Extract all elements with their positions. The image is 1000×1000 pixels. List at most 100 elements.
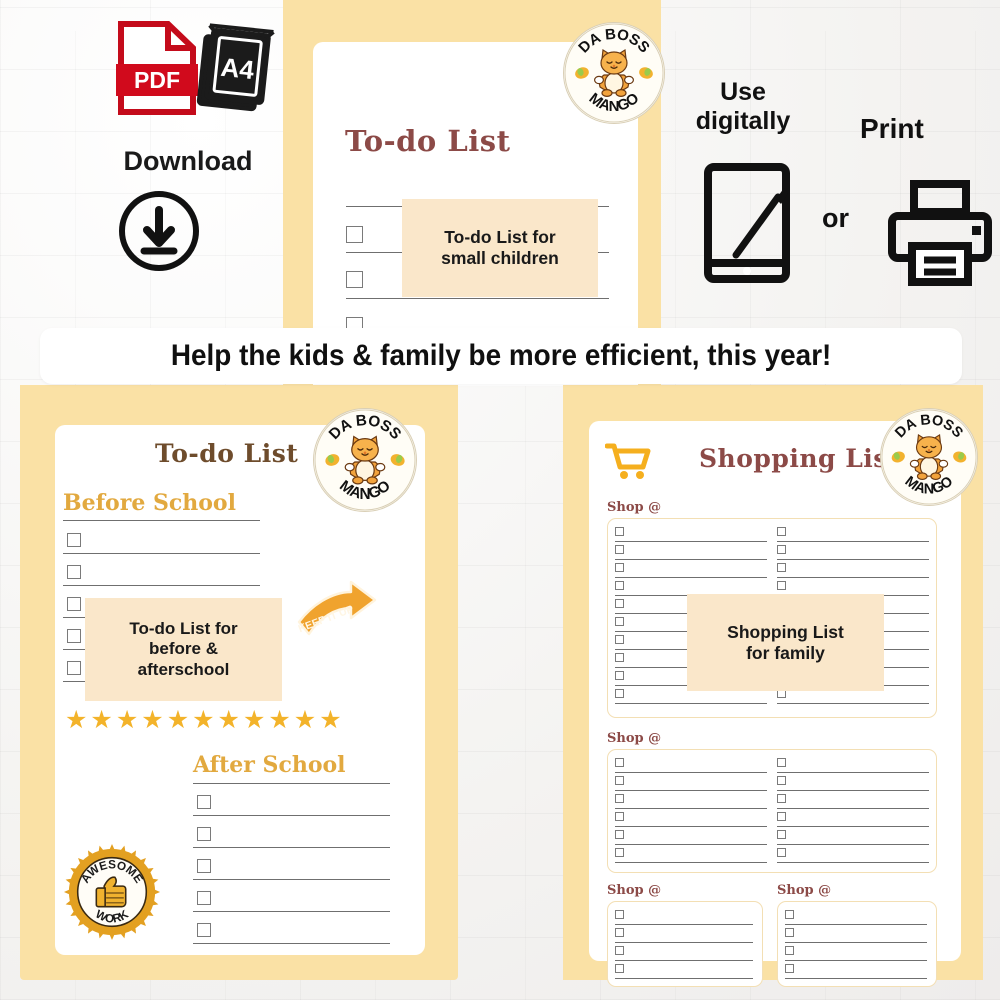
rule	[615, 924, 753, 925]
checkbox[interactable]	[615, 830, 624, 839]
shop-block-2	[607, 749, 937, 873]
checkbox[interactable]	[615, 758, 624, 767]
checkbox[interactable]	[777, 563, 786, 572]
checkbox[interactable]	[197, 891, 211, 905]
checkbox[interactable]	[67, 597, 81, 611]
checkbox[interactable]	[615, 794, 624, 803]
rule	[193, 783, 390, 784]
callout-line-2: small children	[441, 248, 559, 268]
print-label: Print	[860, 113, 924, 144]
rule	[615, 577, 767, 578]
checkbox[interactable]	[785, 964, 794, 973]
star-row: ★ ★ ★ ★ ★ ★ ★ ★ ★ ★ ★	[65, 705, 342, 735]
checkbox[interactable]	[67, 533, 81, 547]
checkbox[interactable]	[777, 581, 786, 590]
checkbox[interactable]	[615, 689, 624, 698]
checkbox[interactable]	[615, 581, 624, 590]
checkbox[interactable]	[777, 794, 786, 803]
checkbox[interactable]	[777, 758, 786, 767]
checkbox[interactable]	[615, 653, 624, 662]
a4-badge-text: A4	[219, 52, 256, 85]
rule	[615, 960, 753, 961]
rule	[615, 559, 767, 560]
star-icon: ★	[268, 706, 291, 734]
keep-it-up-sticker: KEEP IT UP	[293, 576, 381, 644]
star-icon: ★	[293, 706, 317, 734]
rule	[615, 703, 767, 704]
rule	[785, 942, 927, 943]
checkbox[interactable]	[67, 629, 81, 643]
star-icon: ★	[242, 706, 266, 734]
rule	[615, 942, 753, 943]
checkbox[interactable]	[615, 527, 624, 536]
callout-line-1: Shopping List	[727, 621, 844, 642]
checkbox[interactable]	[785, 910, 794, 919]
section-heading-before-school: Before School	[63, 490, 236, 516]
checkbox[interactable]	[346, 226, 363, 243]
checkbox[interactable]	[777, 527, 786, 536]
checkbox[interactable]	[67, 661, 81, 675]
rule	[777, 808, 929, 809]
awesome-work-badge: AWESOME WORK	[63, 843, 161, 941]
checkbox[interactable]	[615, 848, 624, 857]
callout-line-2: for family	[746, 642, 825, 663]
checkbox[interactable]	[615, 964, 624, 973]
rule	[193, 911, 390, 912]
preview-title-shopping-list: Shopping List	[699, 444, 900, 473]
shopping-cart-icon	[604, 443, 651, 481]
checkbox[interactable]	[785, 928, 794, 937]
checkbox[interactable]	[67, 565, 81, 579]
checkbox[interactable]	[777, 848, 786, 857]
use-digitally-line-1: Use	[720, 78, 766, 106]
star-icon: ★	[90, 706, 113, 734]
rule	[63, 585, 260, 586]
checkbox[interactable]	[785, 946, 794, 955]
callout-line-1: To-do List for	[129, 619, 238, 639]
rule	[777, 844, 929, 845]
brand-logo: DA BOSS MANGO	[313, 408, 417, 512]
checkbox[interactable]	[197, 859, 211, 873]
callout-todo-before-after: To-do List for before & afterschool	[85, 598, 282, 701]
checkbox[interactable]	[615, 563, 624, 572]
rule	[615, 790, 767, 791]
shop-at-label: Shop @	[607, 500, 662, 515]
checkbox[interactable]	[615, 946, 624, 955]
checkbox[interactable]	[777, 545, 786, 554]
preview-shopping-list: Shopping List Shop @ Shop @ Shop @ Shop …	[589, 421, 961, 987]
callout-line-2: before &	[149, 639, 218, 659]
brand-logo: DA BOSS MANGO	[563, 22, 665, 124]
checkbox[interactable]	[615, 545, 624, 554]
checkbox[interactable]	[615, 599, 624, 608]
checkbox[interactable]	[777, 812, 786, 821]
or-label: or	[822, 203, 849, 233]
checkbox[interactable]	[615, 617, 624, 626]
download-circle-icon[interactable]	[118, 190, 200, 272]
star-icon: ★	[217, 706, 240, 734]
checkbox[interactable]	[197, 923, 211, 937]
pdf-badge-text: PDF	[134, 67, 180, 93]
checkbox[interactable]	[615, 671, 624, 680]
rule	[63, 553, 260, 554]
rule	[615, 541, 767, 542]
rule	[777, 559, 929, 560]
rule	[193, 943, 390, 944]
use-digitally-line-2: digitally	[695, 107, 791, 135]
rule	[777, 772, 929, 773]
checkbox[interactable]	[346, 271, 363, 288]
checkbox[interactable]	[615, 812, 624, 821]
checkbox[interactable]	[615, 776, 624, 785]
checkbox[interactable]	[777, 830, 786, 839]
rule	[346, 298, 609, 299]
checkbox[interactable]	[615, 635, 624, 644]
rule	[615, 862, 767, 863]
checkbox[interactable]	[615, 910, 624, 919]
rule	[785, 978, 927, 979]
checkbox[interactable]	[615, 928, 624, 937]
checkbox[interactable]	[777, 776, 786, 785]
callout-line-1: To-do List for	[444, 227, 556, 248]
checkbox[interactable]	[197, 795, 211, 809]
shop-at-label: Shop @	[777, 883, 832, 898]
checkbox[interactable]	[197, 827, 211, 841]
shop-at-label: Shop @	[607, 883, 662, 898]
rule	[777, 862, 929, 863]
